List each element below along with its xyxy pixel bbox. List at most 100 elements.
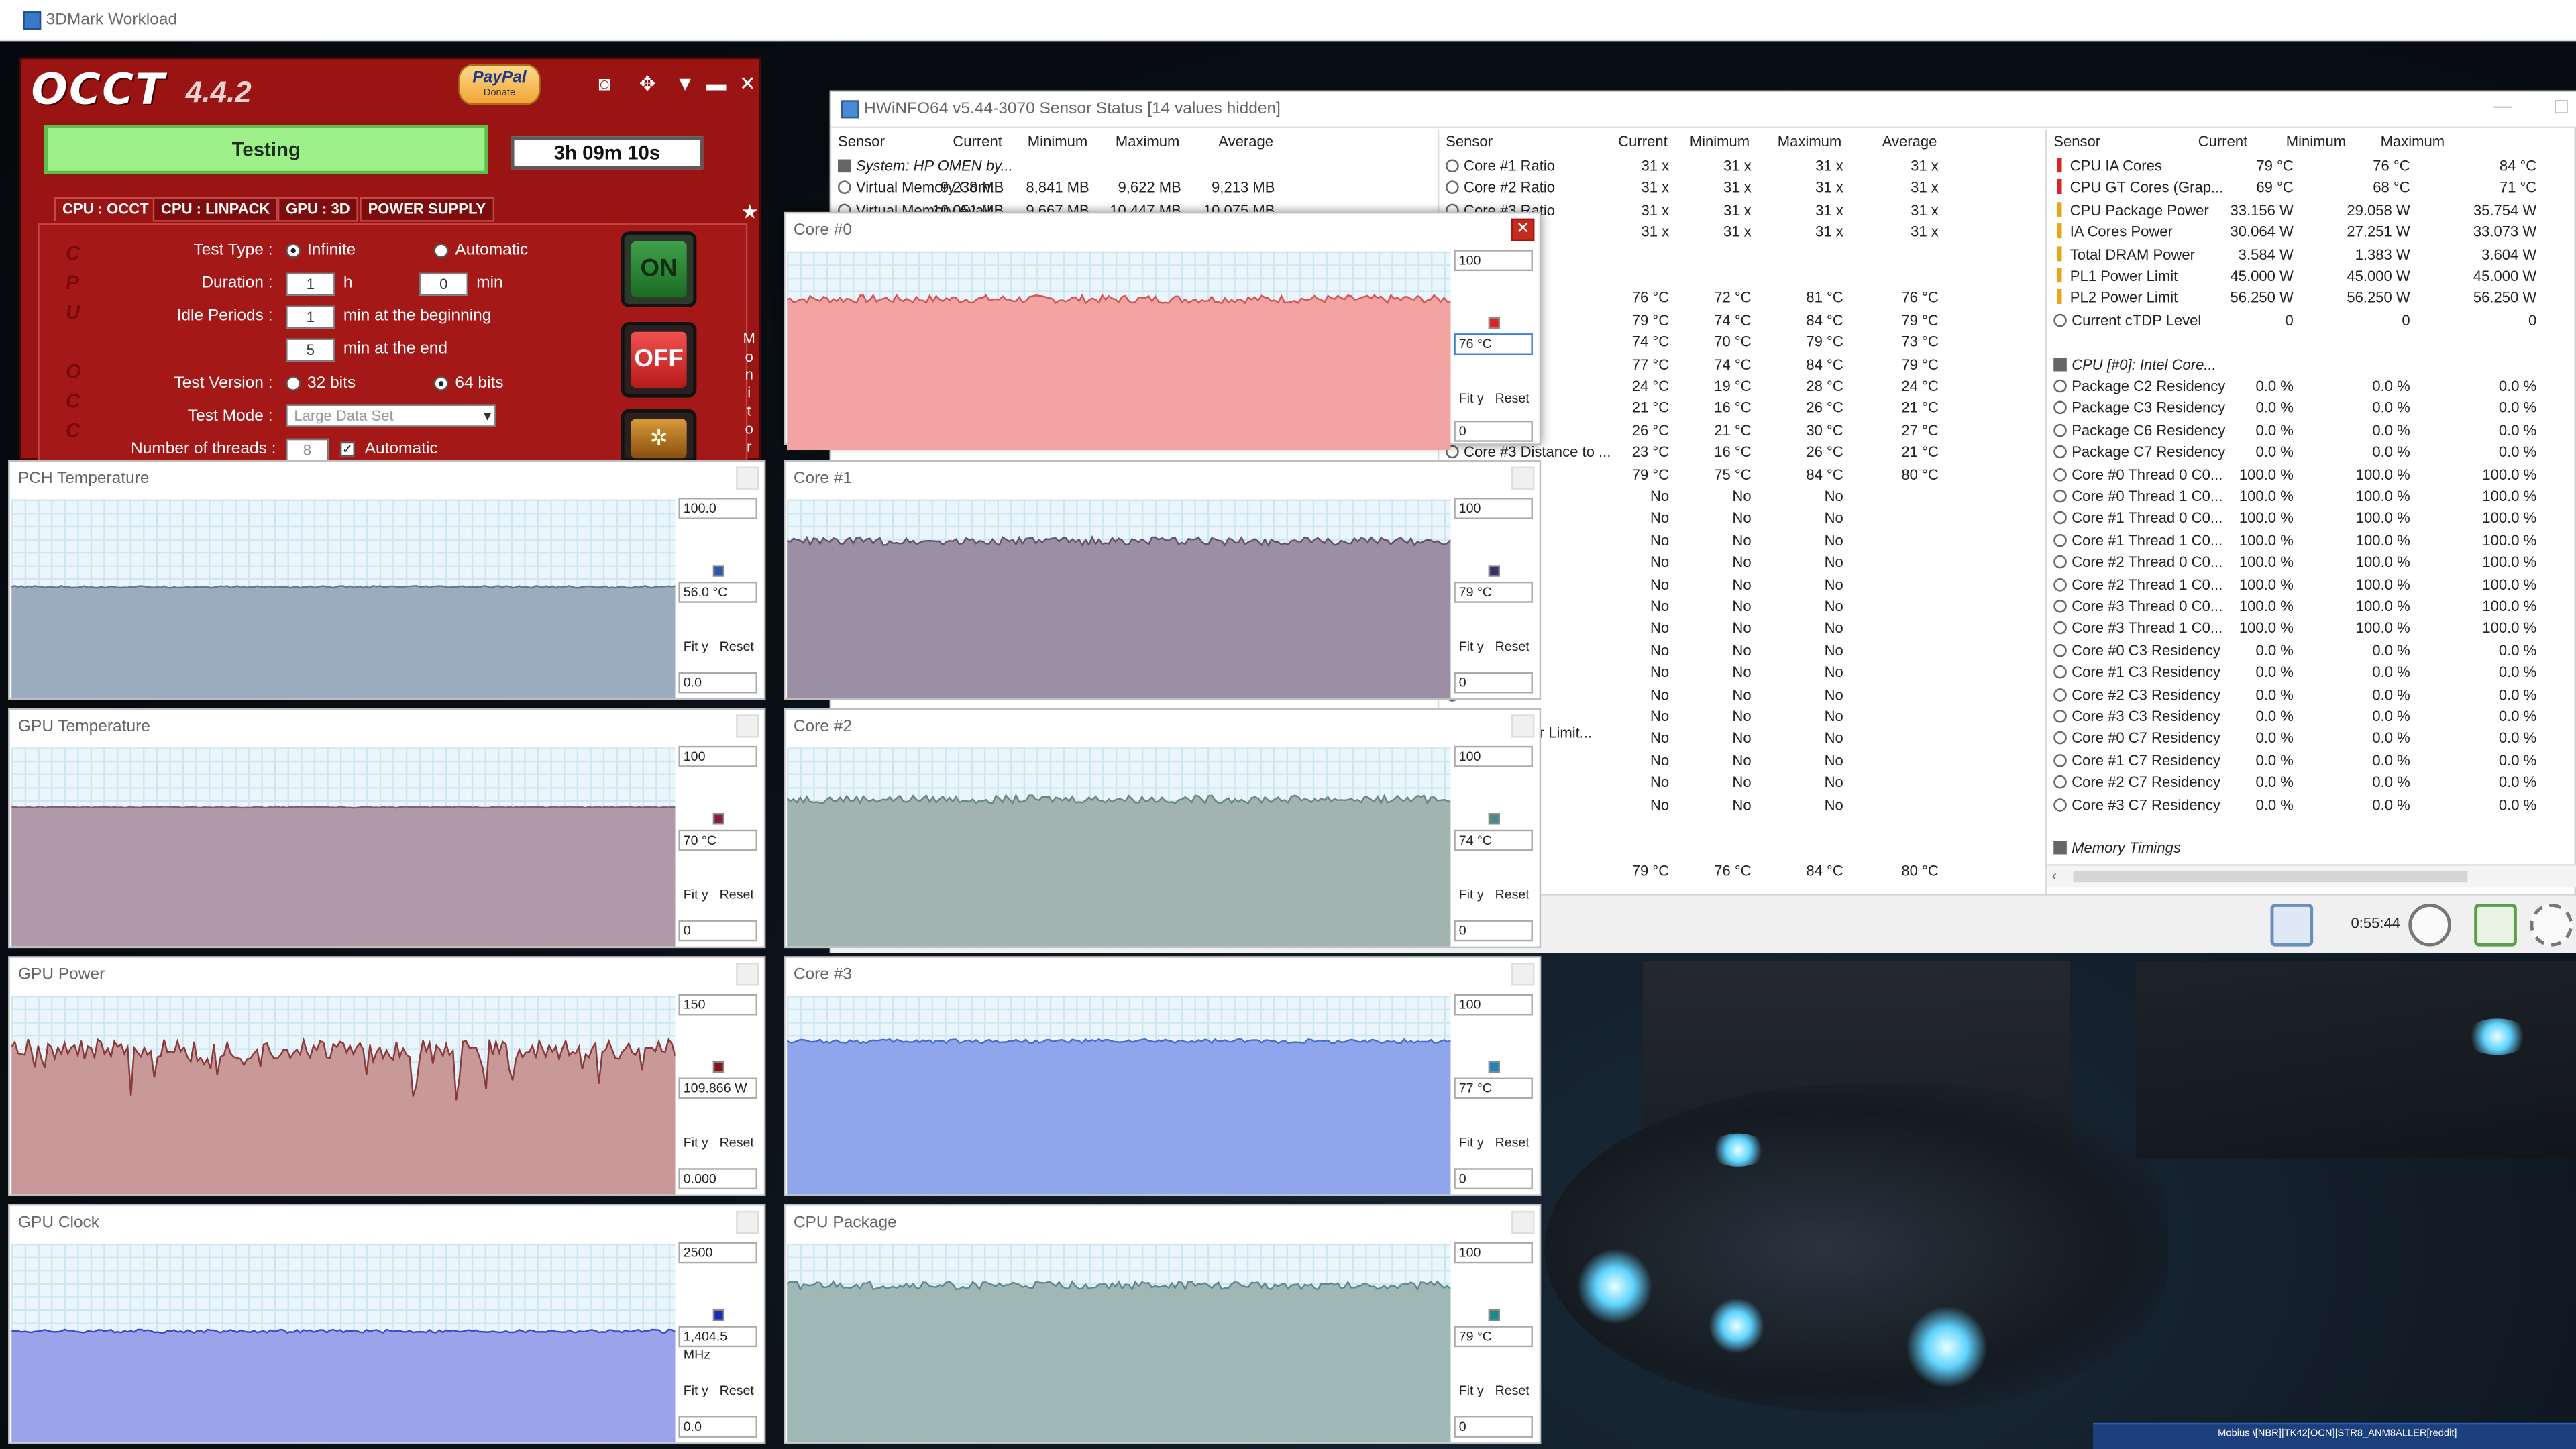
sensor-row[interactable]: Virtual Memory Com... 9,238 MB 8,841 MB 9,6… [831, 178, 1438, 200]
clock-icon[interactable] [2408, 903, 2451, 947]
on-button[interactable]: ON [621, 231, 697, 307]
close-icon[interactable] [736, 1210, 759, 1234]
sensor-row[interactable]: Core #3 Thread 1 C0... 100.0 % 100.0 % 100.… [2047, 619, 2576, 641]
column-header[interactable]: Current [1618, 133, 1668, 155]
column-header[interactable]: Maximum [1116, 133, 1180, 155]
sensor-row[interactable]: Core #0 Thread 0 C0... 100.0 % 100.0 % 100.… [2047, 464, 2576, 486]
sensor-row[interactable]: PL2 Power Limit 56.250 W 56.250 W 56.250 W [2047, 288, 2576, 311]
star-icon[interactable]: ★ [741, 201, 758, 223]
column-header[interactable]: Average [1218, 133, 1273, 155]
dropdown-icon[interactable]: ▼ [672, 70, 698, 97]
reset-button[interactable]: Reset [1495, 884, 1529, 907]
graph-max-value[interactable]: 150 [678, 994, 757, 1016]
graph-window-gpupower[interactable]: GPU Power 150 109.866 W Fit y Reset 0.000 [8, 956, 766, 1196]
reset-button[interactable]: Reset [1495, 636, 1529, 659]
graph-max-value[interactable]: 100 [1454, 994, 1533, 1016]
fit-y-button[interactable]: Fit y [684, 636, 708, 659]
graph-max-value[interactable]: 100 [1454, 745, 1533, 767]
gear-icon[interactable] [2530, 903, 2573, 947]
graph-max-value[interactable]: 2500 [678, 1242, 757, 1264]
graph-min-value[interactable]: 0 [1454, 672, 1533, 694]
fit-y-button[interactable]: Fit y [684, 884, 708, 907]
sensor-row[interactable]: Core #2 Ratio 31 x 31 x 31 x 31 x [1439, 178, 2045, 200]
threads-automatic-checkbox[interactable]: ✓ [339, 441, 355, 457]
duration-minutes-input[interactable]: 0 [419, 272, 468, 296]
fit-y-button[interactable]: Fit y [1459, 636, 1484, 659]
column-header[interactable]: Current [953, 133, 1002, 155]
column-header[interactable]: Minimum [2286, 133, 2346, 155]
fit-y-button[interactable]: Fit y [684, 1132, 708, 1155]
network-icon[interactable] [2270, 903, 2314, 947]
minimize-icon[interactable]: — [2494, 97, 2512, 116]
sensor-row[interactable]: Core #2 C7 Residency 0.0 % 0.0 % 0.0 % [2047, 772, 2576, 794]
idle-end-input[interactable]: 5 [286, 338, 335, 362]
reset-button[interactable]: Reset [1495, 1132, 1529, 1155]
reset-button[interactable]: Reset [720, 1380, 754, 1403]
reset-button[interactable]: Reset [720, 1132, 754, 1155]
graph-window-core3[interactable]: Core #3 100 77 °C Fit y Reset 0 [784, 956, 1542, 1196]
test-mode-select[interactable]: Large Data Set ▾ [286, 404, 496, 427]
graph-min-value[interactable]: 0.0 [678, 672, 757, 694]
sensor-row[interactable]: Package C6 Residency 0.0 % 0.0 % 0.0 % [2047, 420, 2576, 442]
graph-min-value[interactable]: 0 [678, 920, 757, 942]
maximize-icon[interactable]: ☐ [2553, 97, 2569, 118]
sensor-row[interactable]: Core #2 C3 Residency 0.0 % 0.0 % 0.0 % [2047, 684, 2576, 706]
sensor-group[interactable]: CPU [#0]: Intel Core... [2047, 354, 2576, 376]
tools-button[interactable]: ✲ [621, 409, 697, 462]
series-color-marker[interactable] [1488, 1061, 1500, 1073]
column-header[interactable]: Maximum [1778, 133, 1842, 155]
sensor-row[interactable] [2047, 816, 2576, 839]
series-color-marker[interactable] [1488, 565, 1500, 577]
sensor-row[interactable]: Package C7 Residency 0.0 % 0.0 % 0.0 % [2047, 442, 2576, 464]
sensor-row[interactable]: Core #0 C7 Residency 0.0 % 0.0 % 0.0 % [2047, 729, 2576, 751]
sensor-row[interactable]: Package C3 Residency 0.0 % 0.0 % 0.0 % [2047, 398, 2576, 421]
graph-min-value[interactable]: 0 [1454, 920, 1533, 942]
sensor-row[interactable] [2047, 332, 2576, 354]
sensor-row[interactable]: Core #3 C7 Residency 0.0 % 0.0 % 0.0 % [2047, 794, 2576, 816]
close-icon[interactable] [736, 466, 759, 490]
graph-window-core0[interactable]: Core #0 ✕ 100 76 °C Fit y Reset 0 [784, 211, 1542, 451]
series-color-marker[interactable] [712, 1309, 725, 1321]
version-64-radio[interactable] [433, 376, 449, 391]
sensor-row[interactable]: Core #0 Thread 1 C0... 100.0 % 100.0 % 100.… [2047, 486, 2576, 508]
fit-y-button[interactable]: Fit y [1459, 1132, 1484, 1155]
sensor-row[interactable]: Core #1 Thread 1 C0... 100.0 % 100.0 % 100.… [2047, 531, 2576, 553]
graph-window-core1[interactable]: Core #1 100 79 °C Fit y Reset 0 [784, 460, 1542, 700]
tab-cpu-linpack[interactable]: CPU : LINPACK [152, 197, 278, 222]
close-icon[interactable] [1511, 714, 1535, 738]
reset-button[interactable]: Reset [720, 884, 754, 907]
report-icon[interactable] [2474, 903, 2517, 947]
sensor-group[interactable]: System: HP OMEN by... [831, 156, 1438, 178]
graph-min-value[interactable]: 0.000 [678, 1168, 757, 1190]
sensor-row[interactable]: IA Cores Power 30.064 W 27.251 W 33.073 W [2047, 222, 2576, 244]
series-color-marker[interactable] [712, 1061, 725, 1073]
horizontal-scrollbar[interactable]: ‹ [2047, 864, 2576, 888]
column-header[interactable]: Minimum [1690, 133, 1750, 155]
sensor-row[interactable]: Current cTDP Level 0 0 0 [2047, 310, 2576, 332]
close-icon[interactable] [736, 714, 759, 738]
column-header[interactable]: Current [2198, 133, 2248, 155]
tab-gpu-3d[interactable]: GPU : 3D [277, 197, 358, 222]
graph-max-value[interactable]: 100 [1454, 250, 1533, 272]
graph-min-value[interactable]: 0 [1454, 420, 1533, 442]
scrollbar-thumb[interactable] [2073, 870, 2468, 883]
sensor-row[interactable]: Core #1 C7 Residency 0.0 % 0.0 % 0.0 % [2047, 751, 2576, 773]
graph-max-value[interactable]: 100 [678, 745, 757, 767]
duration-hours-input[interactable]: 1 [286, 272, 335, 296]
graph-window-gpuclock[interactable]: GPU Clock 2500 1,404.5 MHz Fit y Reset 0.0 [8, 1204, 766, 1444]
graph-min-value[interactable]: 0.0 [678, 1416, 757, 1438]
sensor-row[interactable]: Core #2 Thread 1 C0... 100.0 % 100.0 % 100.… [2047, 574, 2576, 596]
camera-icon[interactable]: ◙ [592, 70, 618, 97]
fit-y-button[interactable]: Fit y [1459, 1380, 1484, 1403]
sensor-row[interactable]: Core #1 Ratio 31 x 31 x 31 x 31 x [1439, 156, 2045, 178]
graph-max-value[interactable]: 100 [1454, 498, 1533, 519]
graph-window-cpupkg[interactable]: CPU Package 100 79 °C Fit y Reset 0 [784, 1204, 1542, 1444]
column-header[interactable]: Sensor [1446, 133, 1493, 155]
close-icon[interactable] [1511, 1210, 1535, 1234]
close-icon[interactable] [1511, 466, 1535, 490]
graph-max-value[interactable]: 100 [1454, 1242, 1533, 1264]
sensor-row[interactable]: Package C2 Residency 0.0 % 0.0 % 0.0 % [2047, 376, 2576, 398]
sensor-group[interactable]: Memory Timings [2047, 839, 2576, 861]
graph-window-core2[interactable]: Core #2 100 74 °C Fit y Reset 0 [784, 708, 1542, 949]
idle-begin-input[interactable]: 1 [286, 305, 335, 329]
